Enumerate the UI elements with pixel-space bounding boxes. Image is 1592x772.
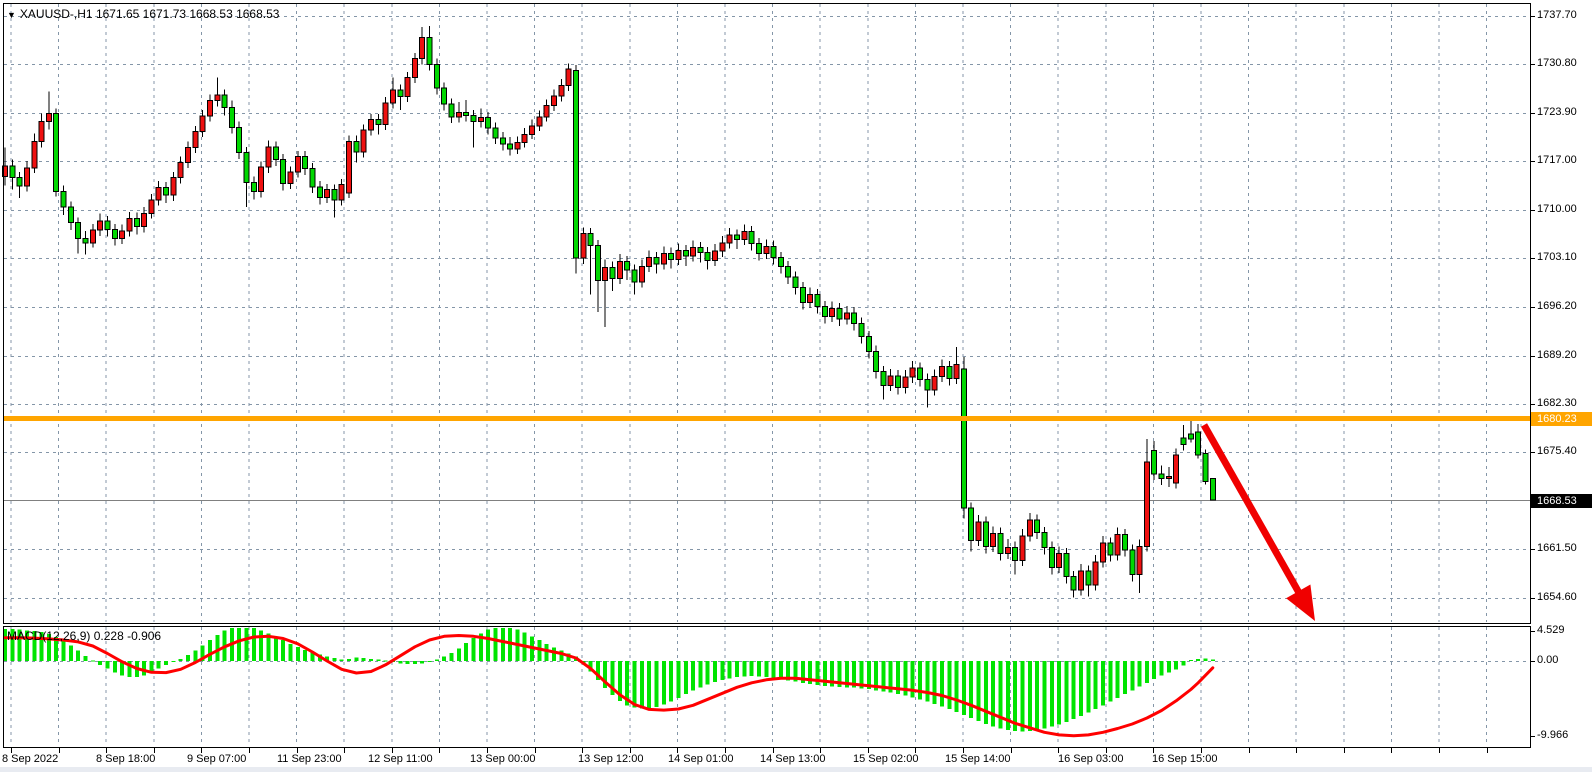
price-axis-label: 1710.00: [1537, 203, 1577, 215]
time-axis-label: 9 Sep 07:00: [187, 753, 246, 765]
price-axis-label: 1717.00: [1537, 154, 1577, 166]
time-axis-label: 14 Sep 13:00: [760, 753, 825, 765]
price-axis-label: 1737.70: [1537, 9, 1577, 21]
price-axis-label: 1730.80: [1537, 57, 1577, 69]
time-axis-label: 8 Sep 18:00: [96, 753, 155, 765]
ohlc-readout: 1671.65 1671.73 1668.53 1668.53: [96, 7, 280, 21]
price-axis-label: 1703.10: [1537, 251, 1577, 263]
current-price-badge: 1668.53: [1531, 494, 1592, 508]
price-axis-label: 1654.60: [1537, 591, 1577, 603]
macd-layer: [3, 628, 1215, 736]
price-axis-label: 1675.40: [1537, 445, 1577, 457]
symbol-dropdown-icon[interactable]: ▼: [7, 10, 16, 20]
time-axis-label: 15 Sep 02:00: [853, 753, 918, 765]
main-panel-border: [4, 4, 1531, 624]
time-axis-label: 16 Sep 03:00: [1058, 753, 1123, 765]
macd-readout: 0.228 -0.906: [94, 629, 161, 643]
trend-arrow-shaft[interactable]: [1204, 425, 1305, 604]
chart-canvas[interactable]: [0, 0, 1592, 772]
time-axis-label: 13 Sep 12:00: [578, 753, 643, 765]
time-axis-label: 15 Sep 14:00: [945, 753, 1010, 765]
macd-axis-label: 4.529: [1537, 624, 1565, 636]
macd-name: MACD(12,26,9): [7, 629, 90, 643]
time-axis-label: 11 Sep 23:00: [277, 753, 342, 765]
macd-axis-label: -9.966: [1537, 729, 1568, 741]
price-axis-label: 1696.20: [1537, 300, 1577, 312]
mt4-chart-window: ▼ XAUUSD-,H1 1671.65 1671.73 1668.53 1668…: [0, 0, 1592, 772]
time-axis-label: 12 Sep 11:00: [368, 753, 433, 765]
price-axis-label: 1661.50: [1537, 542, 1577, 554]
time-axis-label: 14 Sep 01:00: [668, 753, 733, 765]
time-axis-label: 16 Sep 15:00: [1152, 753, 1217, 765]
hline-price-badge: 1680.23: [1531, 412, 1592, 426]
price-axis-label: 1723.90: [1537, 106, 1577, 118]
symbol-title: ▼ XAUUSD-,H1 1671.65 1671.73 1668.53 1668…: [7, 7, 279, 21]
time-axis-label: 8 Sep 2022: [2, 753, 58, 765]
price-axis-label: 1689.20: [1537, 349, 1577, 361]
symbol-name: XAUUSD-,H1: [20, 7, 93, 21]
macd-indicator-label: MACD(12,26,9) 0.228 -0.906: [7, 629, 161, 643]
time-axis-label: 13 Sep 00:00: [470, 753, 535, 765]
candles-layer: [3, 26, 1216, 598]
price-axis-label: 1682.30: [1537, 397, 1577, 409]
macd-axis-label: 0.00: [1537, 654, 1558, 666]
window-footer-strip: [0, 767, 1592, 772]
